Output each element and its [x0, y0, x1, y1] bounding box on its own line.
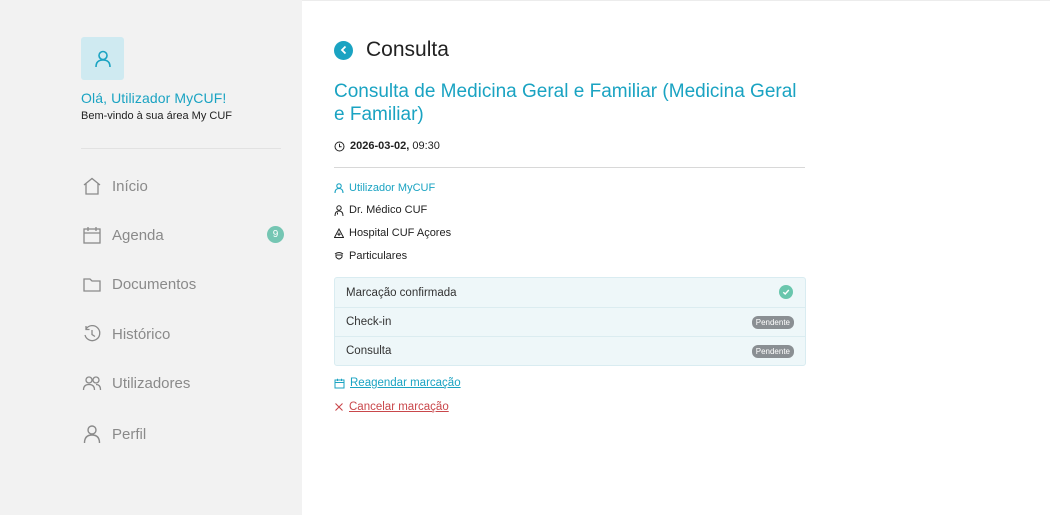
sidebar-item-inicio[interactable]: Início — [81, 173, 291, 199]
status-badge: Pendente — [751, 316, 794, 329]
sidebar-item-label: Histórico — [112, 325, 171, 343]
status-row-confirmed: Marcação confirmada — [335, 278, 805, 307]
sidebar-item-label: Início — [112, 177, 148, 195]
sidebar-item-label: Documentos — [112, 275, 197, 293]
chevron-left-icon — [340, 45, 346, 55]
hospital-name: Hospital CUF Açores — [349, 227, 452, 239]
sidebar-item-label: Utilizadores — [112, 374, 191, 392]
sidebar-item-utilizadores[interactable]: Utilizadores — [81, 370, 291, 396]
user-icon — [334, 183, 344, 193]
status-row-consulta: Consulta Pendente — [335, 336, 805, 365]
app: Olá, Utilizador MyCUF! Bem-vindo à sua á… — [0, 0, 1050, 515]
status-label: Consulta — [346, 345, 392, 357]
close-icon — [335, 403, 343, 411]
back-button[interactable] — [334, 40, 353, 60]
sidebar: Olá, Utilizador MyCUF! Bem-vindo à sua á… — [0, 0, 302, 515]
insurance-row: Particulares — [334, 250, 407, 262]
appointment-datetime: 2026-03-02, 09:30 — [334, 140, 440, 152]
user-icon — [81, 423, 103, 445]
patient-row: Utilizador MyCUF — [334, 182, 435, 194]
sidebar-item-historico[interactable]: Histórico — [81, 321, 291, 347]
reschedule-link[interactable]: Reagendar marcação — [334, 377, 461, 389]
calendar-icon — [81, 224, 103, 246]
sidebar-item-label: Perfil — [112, 425, 147, 443]
sidebar-item-perfil[interactable]: Perfil — [81, 421, 291, 447]
status-badge: Pendente — [751, 345, 794, 358]
hospital-row: Hospital CUF Açores — [334, 227, 451, 239]
insurance-icon — [334, 252, 344, 260]
doctor-name: Dr. Médico CUF — [349, 204, 428, 216]
status-panel: Marcação confirmada Check-in Pendente Co… — [334, 277, 806, 366]
history-icon — [81, 323, 103, 345]
agenda-count-badge: 9 — [267, 226, 284, 243]
appointment-title: Consulta de Medicina Geral e Familiar (M… — [334, 81, 797, 125]
divider — [334, 167, 805, 168]
status-row-checkin: Check-in Pendente — [335, 307, 805, 336]
calendar-icon — [334, 378, 345, 388]
sidebar-item-documentos[interactable]: Documentos — [81, 271, 291, 297]
check-icon — [779, 285, 793, 299]
appointment-date: 2026-03-02, — [350, 140, 410, 152]
appointment-time: 09:30 — [412, 140, 440, 152]
home-icon — [81, 175, 103, 197]
doctor-row: Dr. Médico CUF — [334, 204, 427, 216]
insurance-name: Particulares — [349, 250, 408, 262]
sidebar-item-label: Agenda — [112, 226, 164, 244]
hospital-icon — [334, 228, 344, 238]
reschedule-label: Reagendar marcação — [350, 377, 461, 389]
cancel-link[interactable]: Cancelar marcação — [334, 401, 449, 413]
avatar[interactable] — [81, 37, 124, 80]
sidebar-item-agenda[interactable]: Agenda 9 — [81, 222, 291, 248]
users-icon — [81, 372, 103, 394]
sidebar-divider — [81, 148, 281, 149]
page-header: Consulta — [334, 38, 449, 62]
doctor-icon — [334, 204, 344, 216]
page-title: Consulta — [366, 38, 449, 61]
patient-name: Utilizador MyCUF — [349, 182, 436, 194]
welcome-text: Bem-vindo à sua área My CUF — [81, 110, 232, 122]
cancel-label: Cancelar marcação — [349, 401, 449, 413]
user-icon — [94, 50, 111, 67]
folder-icon — [81, 273, 103, 295]
greeting: Olá, Utilizador MyCUF! — [81, 90, 227, 106]
top-divider — [302, 0, 1050, 1]
status-label: Check-in — [346, 316, 392, 328]
clock-icon — [334, 141, 345, 151]
status-label: Marcação confirmada — [346, 286, 457, 299]
